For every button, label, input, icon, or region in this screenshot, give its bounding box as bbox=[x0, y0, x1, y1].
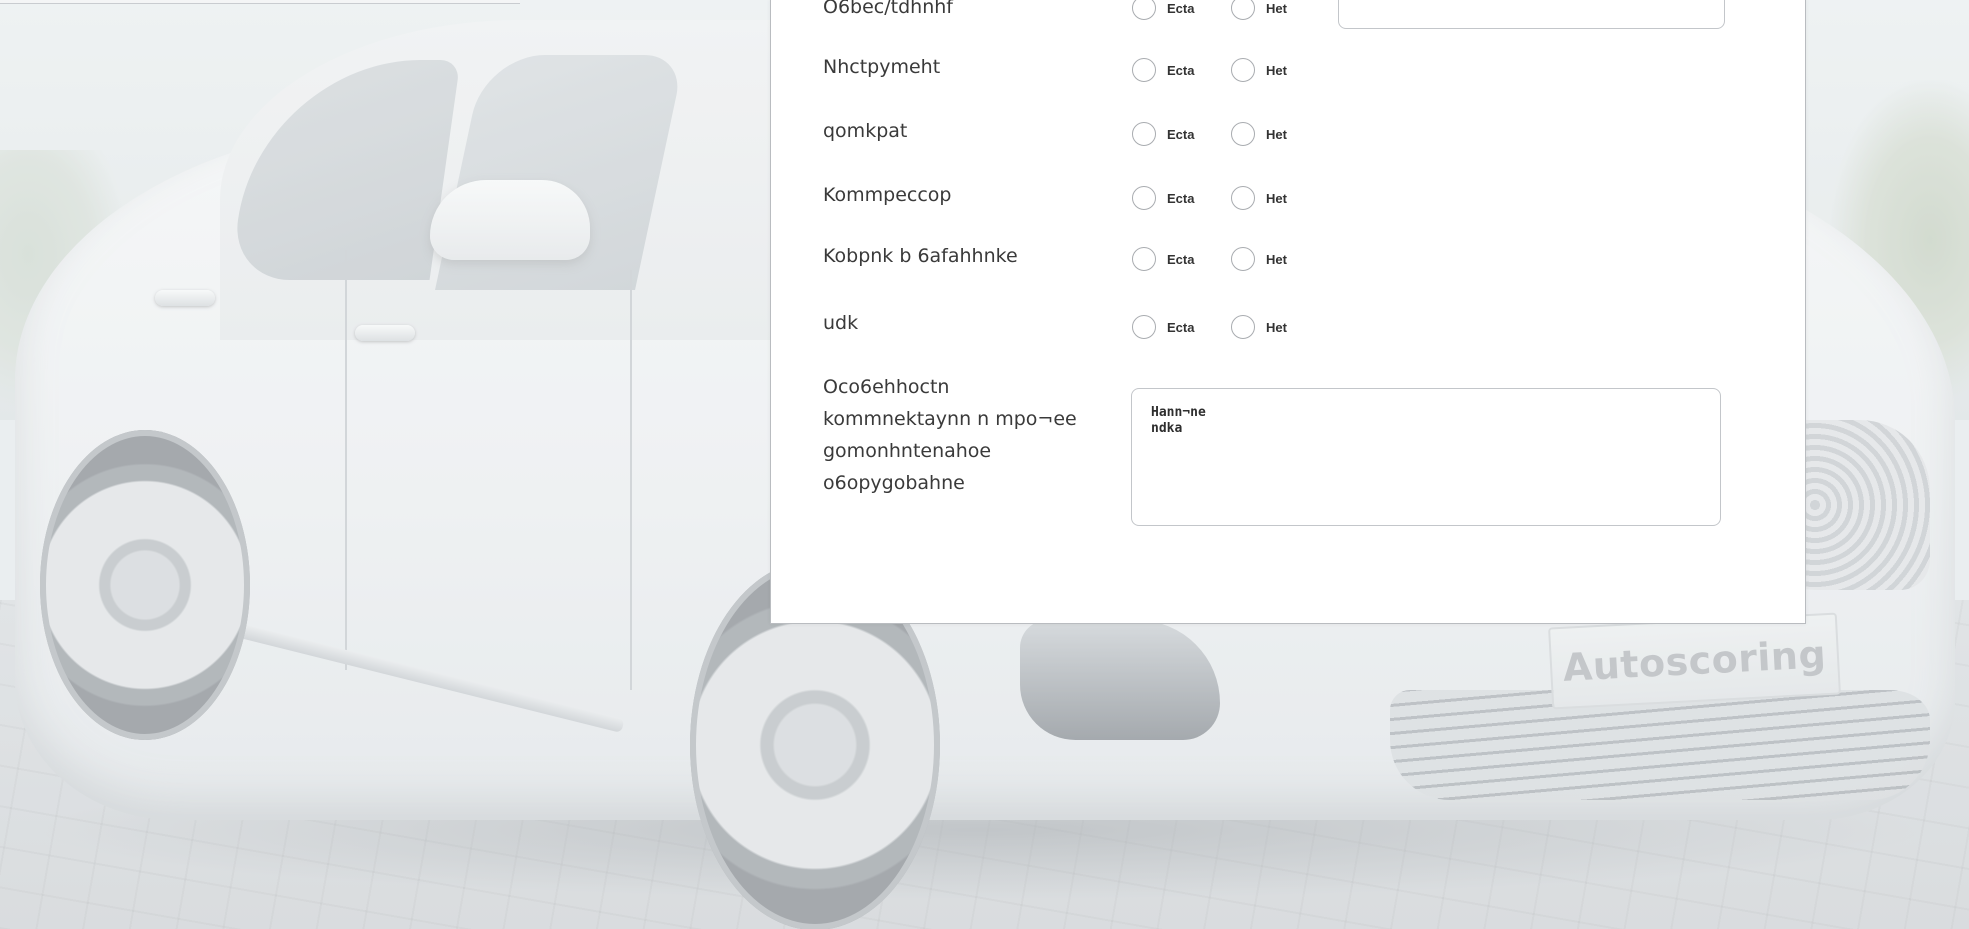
radio-instrument-yes[interactable]: Ecta bbox=[1132, 58, 1194, 82]
notes-textarea[interactable]: Hann¬ne ndka bbox=[1131, 388, 1721, 526]
radio-circle[interactable] bbox=[1132, 58, 1156, 82]
row-label-instrument: Nhctpymeht bbox=[823, 56, 941, 78]
row-label-udk: udk bbox=[823, 312, 859, 334]
notes-label: Oco6ehhoctn kommnektaynn n mpo¬ee gomonh… bbox=[823, 371, 1077, 499]
radio-domkrat-no[interactable]: Het bbox=[1231, 122, 1287, 146]
radio-label: Ecta bbox=[1167, 319, 1195, 335]
radio-label: Het bbox=[1266, 0, 1287, 16]
radio-label: Het bbox=[1266, 190, 1287, 206]
row-label-obvestnik: O6bec/tdhnhf bbox=[823, 0, 953, 18]
radio-label: Ecta bbox=[1167, 126, 1195, 142]
radio-circle[interactable] bbox=[1231, 122, 1255, 146]
radio-label: Ecta bbox=[1167, 251, 1195, 267]
radio-circle[interactable] bbox=[1132, 186, 1156, 210]
radio-circle[interactable] bbox=[1231, 247, 1255, 271]
row-label-compressor: Kommpeccop bbox=[823, 184, 952, 206]
radio-kovrik-no[interactable]: Het bbox=[1231, 247, 1287, 271]
radio-circle[interactable] bbox=[1132, 247, 1156, 271]
notes-label-line: gomonhntenahoe bbox=[823, 440, 992, 462]
radio-label: Het bbox=[1266, 126, 1287, 142]
notes-label-line: kommnektaynn n mpo¬ee bbox=[823, 408, 1077, 430]
radio-label: Het bbox=[1266, 62, 1287, 78]
radio-circle[interactable] bbox=[1231, 0, 1255, 20]
radio-label: Ecta bbox=[1167, 190, 1195, 206]
radio-compressor-yes[interactable]: Ecta bbox=[1132, 186, 1194, 210]
radio-domkrat-yes[interactable]: Ecta bbox=[1132, 122, 1194, 146]
radio-instrument-no[interactable]: Het bbox=[1231, 58, 1287, 82]
equipment-form-panel: O6bec/tdhnhf Ecta Het Nhctpymeht Ecta He… bbox=[770, 0, 1806, 624]
radio-circle[interactable] bbox=[1231, 315, 1255, 339]
row-label-kovrik: Kobpnk b 6afahhnke bbox=[823, 245, 1018, 267]
radio-obvestnik-no[interactable]: Het bbox=[1231, 0, 1287, 20]
radio-label: Ecta bbox=[1167, 0, 1195, 16]
radio-circle[interactable] bbox=[1231, 186, 1255, 210]
radio-label: Het bbox=[1266, 251, 1287, 267]
top-strip bbox=[0, 0, 520, 4]
notes-label-line: o6opygobahne bbox=[823, 472, 965, 494]
radio-compressor-no[interactable]: Het bbox=[1231, 186, 1287, 210]
radio-label: Ecta bbox=[1167, 62, 1195, 78]
radio-obvestnik-yes[interactable]: Ecta bbox=[1132, 0, 1194, 20]
radio-udk-yes[interactable]: Ecta bbox=[1132, 315, 1194, 339]
notes-label-line: Oco6ehhoctn bbox=[823, 376, 950, 398]
radio-circle[interactable] bbox=[1231, 58, 1255, 82]
text-input-top[interactable] bbox=[1338, 0, 1725, 29]
radio-udk-no[interactable]: Het bbox=[1231, 315, 1287, 339]
radio-circle[interactable] bbox=[1132, 0, 1156, 20]
radio-kovrik-yes[interactable]: Ecta bbox=[1132, 247, 1194, 271]
row-label-domkrat: qomkpat bbox=[823, 120, 908, 142]
radio-label: Het bbox=[1266, 319, 1287, 335]
radio-circle[interactable] bbox=[1132, 315, 1156, 339]
radio-circle[interactable] bbox=[1132, 122, 1156, 146]
